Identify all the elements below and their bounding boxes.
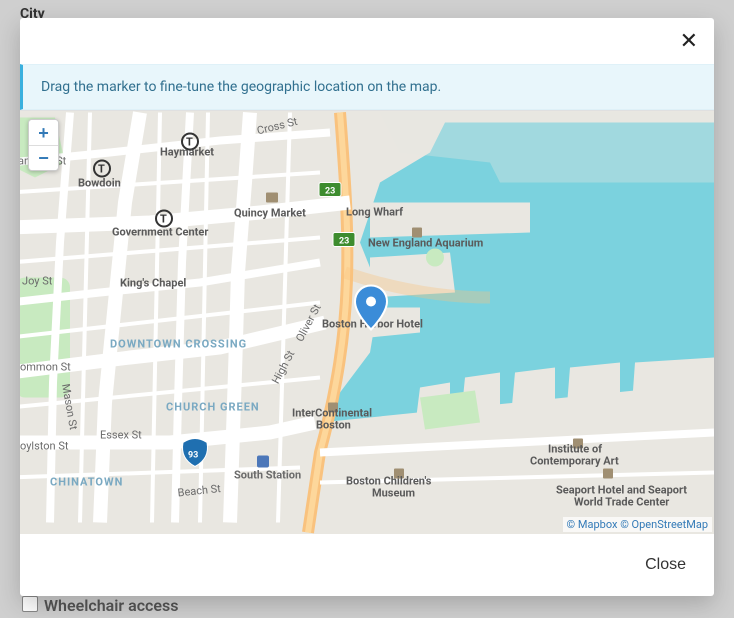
street-oylston: oylston St [20, 440, 69, 453]
label-quincy: Quincy Market [234, 207, 306, 220]
close-button[interactable]: Close [639, 552, 692, 578]
svg-text:T: T [160, 213, 167, 226]
zoom-out-button[interactable]: − [29, 145, 58, 170]
map-fine-tune-dialog: ✕ Drag the marker to fine-tune the geogr… [20, 18, 714, 596]
district-chinatown: CHINATOWN [50, 476, 123, 489]
shield-23-a: 23 [319, 183, 341, 197]
district-downtown-1: DOWNTOWN CROSSING [110, 338, 247, 351]
attribution-osm-link[interactable]: © OpenStreetMap [620, 518, 708, 531]
label-kings: King's Chapel [120, 277, 186, 290]
zoom-controls: + − [28, 119, 59, 171]
svg-text:23: 23 [339, 237, 349, 247]
shield-23-b: 23 [333, 233, 355, 247]
checkbox-wheelchair[interactable] [22, 596, 38, 612]
poi-south-station-icon [257, 456, 269, 468]
label-ica-2: Contemporary Art [530, 455, 619, 468]
district-church: CHURCH GREEN [166, 401, 260, 414]
map-attribution: © Mapbox © OpenStreetMap [563, 517, 712, 532]
label-childrens-2: Museum [372, 487, 415, 500]
close-icon[interactable]: ✕ [676, 26, 702, 56]
poi-camera-icon [266, 193, 278, 203]
poi-bed-icon [603, 469, 613, 479]
svg-text:23: 23 [325, 187, 335, 197]
label-seaport-2: World Trade Center [574, 496, 669, 509]
zoom-in-button[interactable]: + [29, 120, 58, 145]
instruction-banner: Drag the marker to fine-tune the geograp… [20, 64, 714, 110]
label-wheelchair: Wheelchair access [44, 596, 178, 615]
attribution-mapbox-link[interactable]: © Mapbox [567, 518, 618, 531]
street-essex: Essex St [100, 429, 142, 442]
label-bowdoin: Bowdoin [78, 177, 121, 190]
label-south-station: South Station [234, 469, 301, 482]
label-haymarket: Haymarket [160, 146, 214, 159]
svg-text:T: T [98, 163, 105, 176]
label-government: Government Center [112, 226, 208, 239]
label-neaq-1: New England Aquarium [368, 237, 483, 250]
label-longwharf: Long Wharf [346, 206, 403, 219]
label-intercon-2: Boston [316, 419, 351, 432]
svg-text:93: 93 [188, 451, 198, 461]
street-joy: Joy St [22, 275, 53, 288]
dialog-footer: Close [20, 534, 714, 596]
map-svg[interactable]: T T T 23 23 93 Haymarket Bowdoin Governm… [20, 111, 714, 534]
street-common: ommon St [20, 361, 71, 374]
map-canvas[interactable]: T T T 23 23 93 Haymarket Bowdoin Governm… [20, 110, 714, 534]
